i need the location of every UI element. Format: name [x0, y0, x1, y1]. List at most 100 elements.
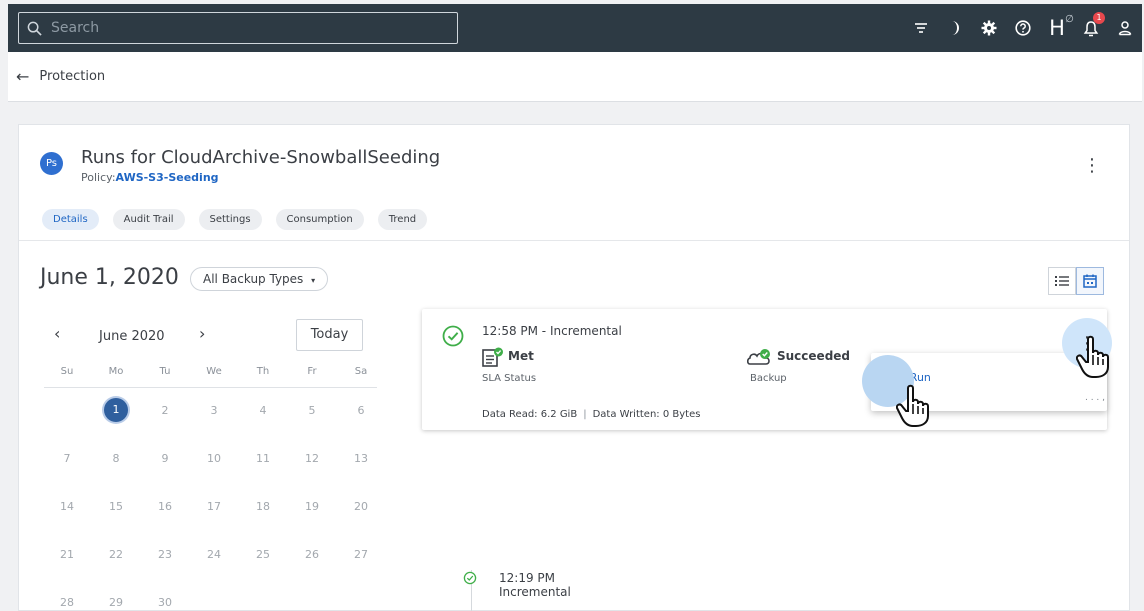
calendar-day[interactable]: 19 — [300, 500, 324, 513]
calendar-day[interactable]: 13 — [349, 452, 373, 465]
sla-status-value: Met — [508, 349, 534, 363]
data-written: Data Written: 0 Bytes — [592, 409, 701, 420]
tab-settings[interactable]: Settings — [198, 209, 262, 230]
run-title: 12:58 PM - Incremental — [482, 324, 622, 338]
tabs: Details Audit Trail Settings Consumption… — [42, 209, 428, 230]
user-icon[interactable] — [1108, 4, 1142, 52]
hand-cursor-icon — [1076, 335, 1109, 378]
header-more-icon[interactable]: ⋮ — [1083, 155, 1101, 176]
breadcrumb-protection[interactable]: Protection — [39, 69, 105, 84]
runs-header: Ps Runs for CloudArchive-SnowballSeeding… — [19, 125, 1129, 241]
calendar-day[interactable]: 10 — [202, 452, 226, 465]
tab-details[interactable]: Details — [42, 209, 99, 230]
calendar-day[interactable]: 30 — [153, 596, 177, 609]
view-toggle — [1048, 267, 1104, 295]
weekday-label: Fr — [307, 366, 317, 377]
calendar-day[interactable]: 22 — [104, 548, 128, 561]
run-time[interactable]: 12:19 PM — [499, 571, 555, 585]
policy-line: Policy:AWS-S3-Seeding — [81, 171, 219, 184]
calendar-day[interactable]: 9 — [153, 452, 177, 465]
menu-truncated-text: . . . , — [1084, 393, 1105, 403]
search-icon — [27, 21, 42, 36]
hand-cursor-icon — [896, 384, 929, 427]
sla-status-label: SLA Status — [482, 373, 537, 384]
calendar-view-button[interactable] — [1076, 267, 1104, 295]
calendar-day[interactable]: 16 — [153, 500, 177, 513]
weekday-label: Tu — [159, 366, 171, 377]
protection-source-avatar: Ps — [40, 152, 63, 175]
today-button[interactable]: Today — [296, 319, 363, 351]
run-type: Incremental — [499, 585, 571, 599]
calendar-day[interactable]: 6 — [349, 404, 373, 417]
notifications-badge: 1 — [1093, 12, 1105, 24]
backup-types-dropdown[interactable]: All Backup Types ▾ — [190, 267, 329, 291]
success-check-icon — [442, 325, 464, 347]
list-icon — [1055, 276, 1069, 286]
calendar-day[interactable]: 14 — [55, 500, 79, 513]
tab-consumption[interactable]: Consumption — [275, 209, 364, 230]
helios-icon[interactable]: H ∅ — [1040, 4, 1074, 52]
run-data-stats: Data Read: 6.2 GiB | Data Written: 0 Bytes — [482, 409, 700, 420]
calendar-divider — [44, 387, 377, 388]
sla-met-icon — [482, 347, 503, 367]
calendar-day[interactable]: 28 — [55, 596, 79, 609]
weekday-label: Sa — [354, 366, 368, 377]
chevron-down-icon: ▾ — [311, 276, 316, 285]
calendar-day[interactable]: 1 — [104, 398, 128, 422]
calendar-day[interactable]: 3 — [202, 404, 226, 417]
help-icon[interactable] — [1006, 4, 1040, 52]
calendar-day[interactable]: 11 — [251, 452, 275, 465]
prev-month-icon[interactable]: ‹ — [54, 324, 60, 343]
calendar-day[interactable]: 7 — [55, 452, 79, 465]
calendar-day[interactable]: 25 — [251, 548, 275, 561]
filter-icon[interactable] — [904, 4, 938, 52]
calendar-day[interactable]: 24 — [202, 548, 226, 561]
helios-label: H — [1049, 16, 1065, 40]
calendar-day[interactable]: 5 — [300, 404, 324, 417]
weekday-label: Mo — [108, 366, 124, 377]
dark-mode-icon[interactable] — [938, 4, 972, 52]
calendar-day[interactable]: 4 — [251, 404, 275, 417]
calendar-day[interactable]: 8 — [104, 452, 128, 465]
calendar-day[interactable]: 18 — [251, 500, 275, 513]
policy-link[interactable]: AWS-S3-Seeding — [116, 171, 219, 184]
calendar-day[interactable]: 29 — [104, 596, 128, 609]
tab-audit-trail[interactable]: Audit Trail — [112, 209, 185, 230]
backup-success-icon — [747, 349, 770, 365]
list-view-button[interactable] — [1048, 267, 1076, 295]
notifications-icon[interactable]: 1 — [1074, 4, 1108, 52]
calendar-day[interactable]: 26 — [300, 548, 324, 561]
breadcrumb: ← Protection — [8, 52, 1142, 102]
calendar-day[interactable]: 20 — [349, 500, 373, 513]
backup-types-label: All Backup Types — [203, 272, 304, 286]
calendar-icon — [1083, 274, 1097, 288]
policy-prefix: Policy: — [81, 171, 116, 184]
weekday-label: We — [206, 366, 222, 377]
tab-trend[interactable]: Trend — [377, 209, 428, 230]
calendar-day[interactable]: 12 — [300, 452, 324, 465]
backup-status-value: Succeeded — [777, 349, 851, 363]
page-title: Runs for CloudArchive-SnowballSeeding — [81, 147, 441, 168]
calendar-day[interactable]: 23 — [153, 548, 177, 561]
data-separator: | — [583, 409, 587, 420]
calendar-day[interactable]: 15 — [104, 500, 128, 513]
topbar-icons: H ∅ 1 — [904, 4, 1142, 52]
calendar-day[interactable]: 2 — [153, 404, 177, 417]
weekday-label: Th — [256, 366, 270, 377]
back-arrow-icon[interactable]: ← — [16, 67, 29, 86]
runs-card: Ps Runs for CloudArchive-SnowballSeeding… — [18, 124, 1130, 611]
calendar-day[interactable]: 27 — [349, 548, 373, 561]
search-field[interactable]: Search — [18, 12, 458, 44]
next-month-icon[interactable]: › — [199, 324, 205, 343]
selected-date-title: June 1, 2020 — [40, 265, 179, 290]
backup-status-label: Backup — [750, 373, 787, 384]
helios-sup: ∅ — [1065, 14, 1074, 25]
calendar-day[interactable]: 21 — [55, 548, 79, 561]
success-check-icon — [463, 571, 477, 585]
calendar-month: June 2020 — [99, 329, 165, 344]
calendar-day[interactable]: 17 — [202, 500, 226, 513]
settings-icon[interactable] — [972, 4, 1006, 52]
search-input[interactable]: Search — [51, 20, 99, 36]
data-read: Data Read: 6.2 GiB — [482, 409, 578, 420]
weekday-label: Su — [60, 366, 74, 377]
